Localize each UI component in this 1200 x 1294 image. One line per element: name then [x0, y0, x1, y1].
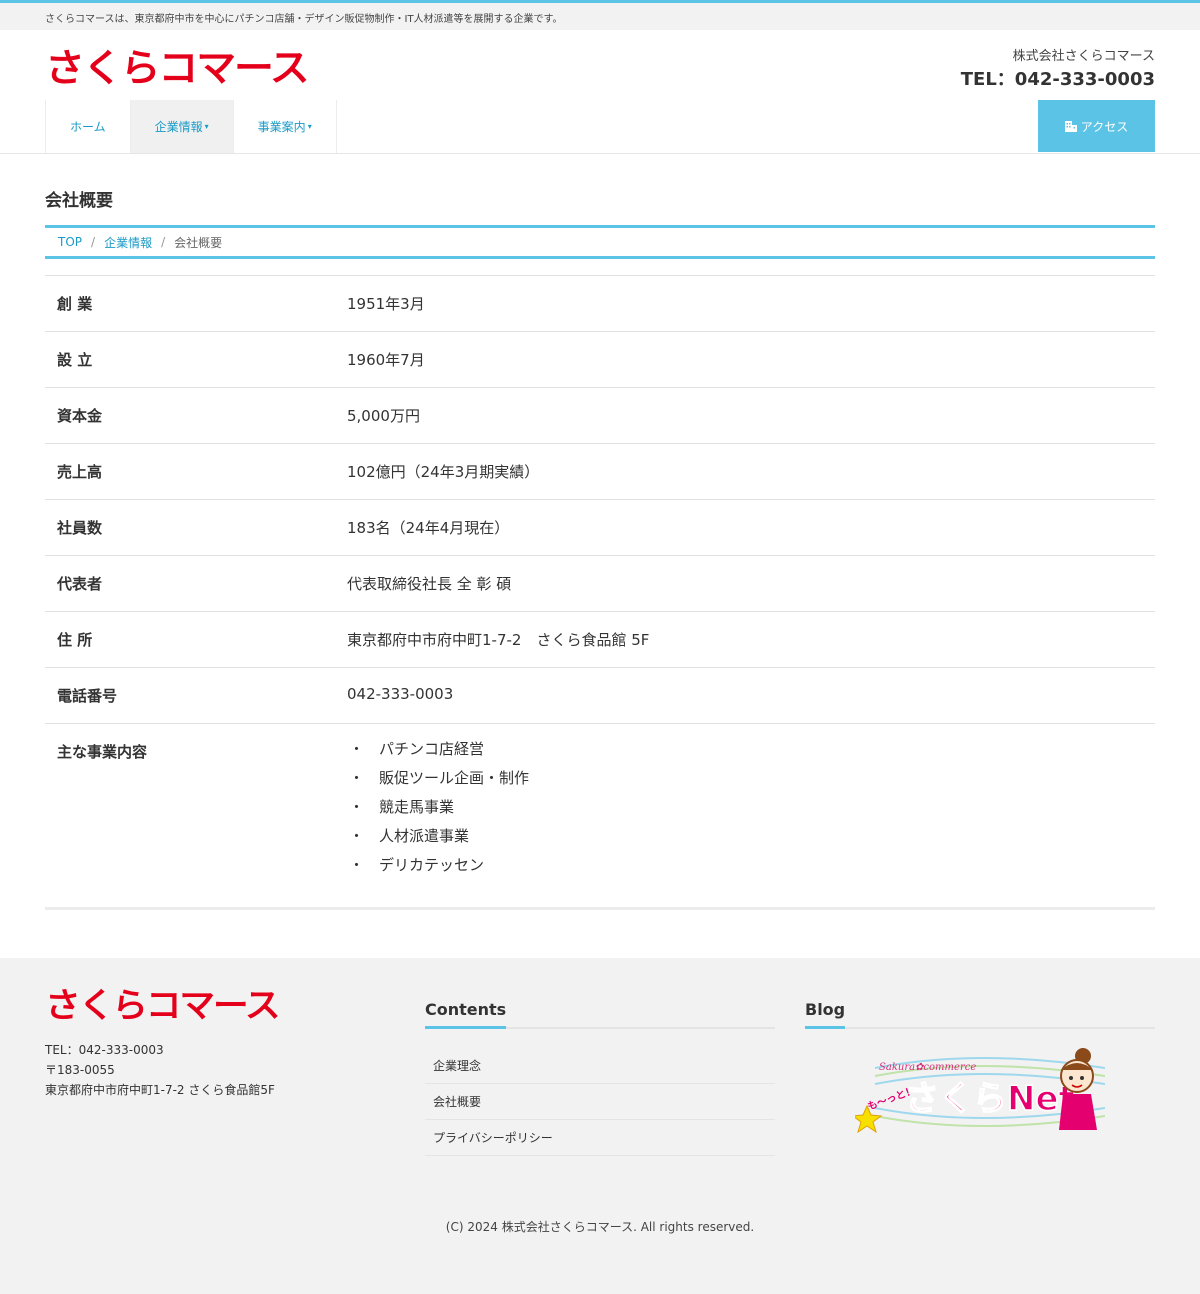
breadcrumb: TOP / 企業情報 / 会社概要: [45, 225, 1155, 259]
footer-address: 東京都府中市府中町1-7-2 さくら食品館5F: [45, 1083, 275, 1097]
tagline-text: さくらコマースは、東京都府中市を中心にパチンコ店舗・デザイン販促物制作・IT人材…: [45, 14, 563, 25]
caret-down-icon: ▾: [307, 122, 312, 131]
row-label: 資本金: [57, 407, 103, 425]
footer-contact: TEL：042-333-0003 〒183-0055 東京都府中市府中町1-7-…: [45, 1040, 275, 1100]
breadcrumb-current: 会社概要: [174, 235, 223, 250]
business-list: ・パチンコ店経営 ・販促ツール企画・制作 ・競走馬事業 ・人材派遣事業 ・デリカ…: [347, 735, 1143, 880]
caret-down-icon: ▾: [204, 122, 209, 131]
copyright: (C) 2024 株式会社さくらコマース. All rights reserve…: [445, 1220, 755, 1234]
footer-contents-title: Contents: [425, 1000, 775, 1029]
list-item: ・パチンコ店経営: [347, 735, 1143, 764]
list-item: ・人材派遣事業: [347, 822, 1143, 851]
top-tagline-bar: さくらコマースは、東京都府中市を中心にパチンコ店舗・デザイン販促物制作・IT人材…: [0, 0, 1200, 30]
site-logo[interactable]: さくらコマース: [45, 48, 310, 88]
footer-postal: 〒183-0055: [45, 1063, 115, 1077]
row-label: 売上高: [57, 463, 103, 481]
building-icon: [1064, 121, 1077, 132]
header-contact: 株式会社さくらコマース TEL：042-333-0003: [961, 45, 1155, 91]
row-value: 183名（24年4月現在）: [347, 519, 510, 537]
breadcrumb-company-info[interactable]: 企業情報: [104, 234, 152, 251]
footer-logo-text: さくらコマース: [45, 986, 281, 1026]
row-value: 代表取締役社長 全 彰 碩: [347, 575, 512, 593]
header-company-name: 株式会社さくらコマース: [1012, 49, 1155, 64]
row-value: 5,000万円: [347, 407, 420, 425]
table-row: 設 立 1960年7月: [45, 332, 1155, 388]
row-value: 1951年3月: [347, 295, 425, 313]
list-item-text: デリカテッセン: [379, 856, 485, 874]
footer-links: 企業理念 会社概要 プライバシーポリシー: [425, 1048, 775, 1156]
logo-text: さくらコマース: [45, 46, 310, 90]
table-row: 住 所 東京都府中市府中町1-7-2 さくら食品館 5F: [45, 612, 1155, 668]
table-row-business: 主な事業内容 ・パチンコ店経営 ・販促ツール企画・制作 ・競走馬事業 ・人材派遣…: [45, 724, 1155, 929]
nav-company-info-label: 企業情報: [154, 120, 203, 134]
access-button[interactable]: アクセス: [1038, 100, 1155, 152]
company-overview-table: 創 業 1951年3月 設 立 1960年7月 資本金 5,000万円 売上高 …: [45, 275, 1155, 929]
footer-link-philosophy[interactable]: 企業理念: [425, 1048, 775, 1084]
table-row: 資本金 5,000万円: [45, 388, 1155, 444]
list-item-text: パチンコ店経営: [379, 740, 485, 758]
table-row: 電話番号 042-333-0003: [45, 668, 1155, 724]
nav-business[interactable]: 事業案内 ▾: [232, 100, 337, 153]
nav-home[interactable]: ホーム: [45, 100, 130, 153]
site-header: さくらコマース 株式会社さくらコマース TEL：042-333-0003: [0, 30, 1200, 100]
banner-name: さくらNet: [905, 1079, 1075, 1119]
access-label: アクセス: [1080, 119, 1129, 134]
table-row: 創 業 1951年3月: [45, 276, 1155, 332]
row-label: 電話番号: [57, 687, 118, 705]
table-divider: [45, 907, 1155, 910]
breadcrumb-separator: /: [91, 235, 96, 249]
breadcrumb-separator: /: [161, 235, 166, 249]
bullet-icon: ・: [349, 798, 365, 816]
row-label: 設 立: [57, 351, 93, 369]
row-value: 東京都府中市府中町1-7-2 さくら食品館 5F: [347, 631, 650, 649]
row-value: ・パチンコ店経営 ・販促ツール企画・制作 ・競走馬事業 ・人材派遣事業 ・デリカ…: [335, 724, 1155, 897]
list-item-text: 販促ツール企画・制作: [379, 769, 530, 787]
banner-brand: Sakura✿commerce: [879, 1062, 976, 1073]
breadcrumb-top[interactable]: TOP: [58, 235, 82, 249]
footer-link-overview[interactable]: 会社概要: [425, 1084, 775, 1120]
nav-company-info[interactable]: 企業情報 ▾: [129, 100, 233, 153]
main-nav: ホーム 企業情報 ▾ 事業案内 ▾ アクセス: [0, 100, 1200, 154]
bullet-icon: ・: [349, 827, 365, 845]
header-tel: TEL：042-333-0003: [960, 69, 1155, 90]
list-item: ・競走馬事業: [347, 793, 1143, 822]
list-item: ・デリカテッセン: [347, 851, 1143, 880]
bullet-icon: ・: [349, 769, 365, 787]
blog-banner[interactable]: Sakura✿commerce も〜っと！ さくらNet: [855, 1048, 1105, 1133]
row-value: 042-333-0003: [347, 685, 454, 703]
row-label: 社員数: [57, 519, 103, 537]
row-label: 代表者: [57, 575, 103, 593]
table-row: 社員数 183名（24年4月現在）: [45, 500, 1155, 556]
page-title: 会社概要: [45, 191, 113, 211]
nav-business-label: 事業案内: [257, 120, 306, 134]
table-row: 代表者 代表取締役社長 全 彰 碩: [45, 556, 1155, 612]
list-item-text: 競走馬事業: [379, 798, 455, 816]
footer-blog-title: Blog: [805, 1000, 1155, 1029]
bullet-icon: ・: [349, 856, 365, 874]
footer-logo[interactable]: さくらコマース: [45, 988, 281, 1024]
row-value: 1960年7月: [347, 351, 425, 369]
list-item-text: 人材派遣事業: [379, 827, 470, 845]
list-item: ・販促ツール企画・制作: [347, 764, 1143, 793]
nav-home-label: ホーム: [70, 120, 106, 134]
site-footer: さくらコマース TEL：042-333-0003 〒183-0055 東京都府中…: [0, 958, 1200, 1294]
footer-link-privacy[interactable]: プライバシーポリシー: [425, 1120, 775, 1156]
bullet-icon: ・: [349, 740, 365, 758]
footer-tel: TEL：042-333-0003: [45, 1043, 164, 1057]
table-row: 売上高 102億円（24年3月期実績）: [45, 444, 1155, 500]
row-label: 主な事業内容: [57, 743, 148, 761]
row-value: 102億円（24年3月期実績）: [347, 463, 540, 481]
row-label: 住 所: [57, 631, 93, 649]
row-label: 創 業: [57, 295, 93, 313]
